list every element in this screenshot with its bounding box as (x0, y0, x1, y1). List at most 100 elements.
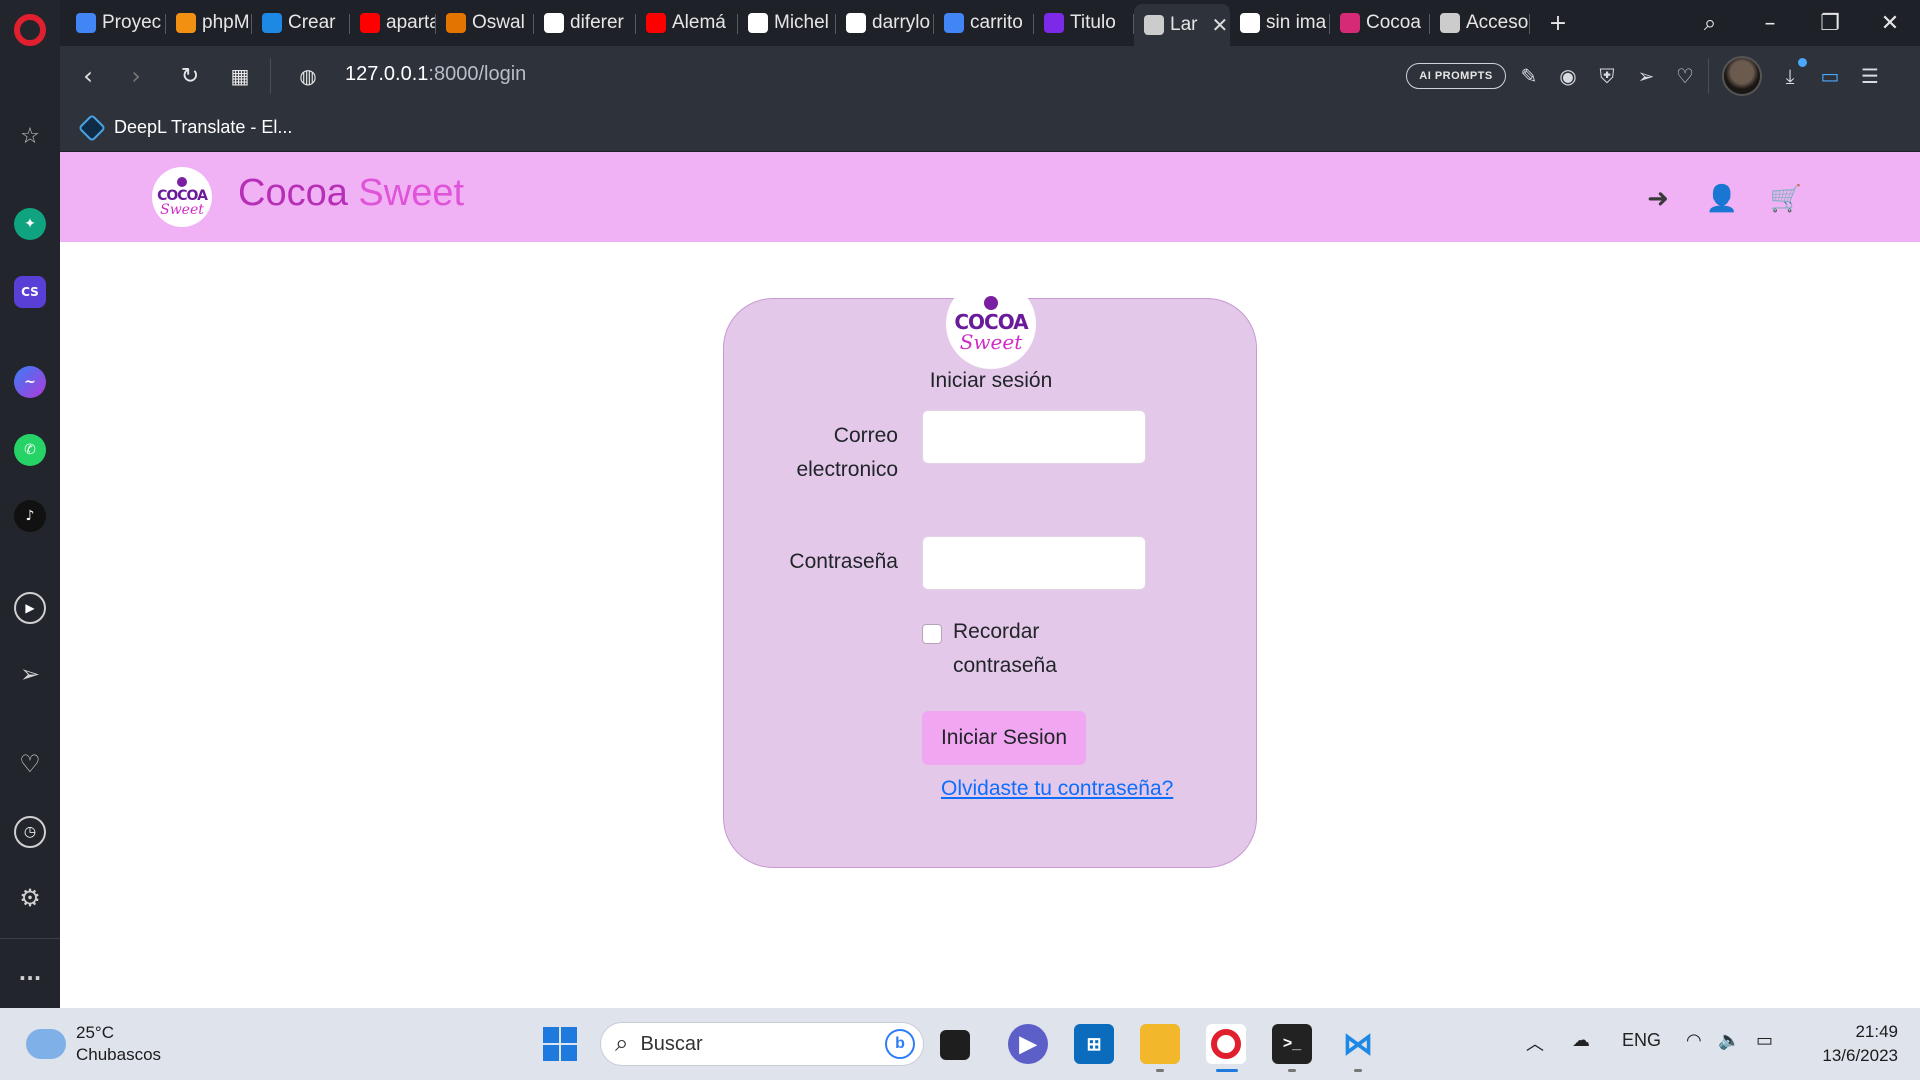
volume-icon[interactable]: 🔈 (1718, 1030, 1740, 1051)
site-brand[interactable]: Cocoa Sweet (238, 172, 464, 215)
terminal-icon[interactable]: >_ (1272, 1024, 1312, 1064)
wifi-icon[interactable]: ◠ (1686, 1030, 1702, 1051)
heart-icon[interactable]: ♡ (1671, 62, 1699, 90)
profile-avatar[interactable] (1722, 56, 1762, 96)
tab-8[interactable]: darrylo (836, 6, 934, 40)
task-view-icon[interactable] (940, 1030, 970, 1060)
search-tabs-icon[interactable]: ⌕ (1690, 8, 1730, 38)
messenger-icon[interactable]: ~ (14, 366, 46, 398)
tab-title: aparta (386, 12, 436, 33)
send-icon[interactable]: ➢ (1632, 62, 1660, 90)
logo-cup-icon (177, 177, 187, 187)
globe-icon: ◍ (299, 64, 317, 88)
password-field[interactable] (922, 536, 1146, 590)
rain-cloud-icon (26, 1029, 66, 1059)
running-indicator (1156, 1069, 1164, 1072)
restore-icon[interactable]: ❐ (1810, 8, 1850, 38)
google-icon (544, 13, 564, 33)
microsoft-store-icon[interactable]: ⊞ (1074, 1024, 1114, 1064)
instagram-icon (1340, 13, 1360, 33)
tab-6[interactable]: Alemá (636, 6, 738, 40)
tab-9[interactable]: carrito (934, 6, 1034, 40)
tab-2[interactable]: Crear (252, 6, 350, 40)
ai-prompts-button[interactable]: AI PROMPTS (1406, 63, 1506, 89)
shield-icon[interactable]: ⛨ (1593, 62, 1621, 90)
email-field[interactable] (922, 410, 1146, 464)
minimize-icon[interactable]: – (1750, 8, 1790, 38)
logo-text-top: COCOA (157, 188, 208, 204)
tab-1[interactable]: phpM (166, 6, 252, 40)
tiktok-icon[interactable]: ♪ (14, 500, 46, 532)
tab-13[interactable]: Cocoa (1330, 6, 1430, 40)
card-logo: COCOA Sweet (946, 279, 1036, 369)
tab-grid-icon[interactable]: ▦ (224, 60, 256, 92)
easy-setup-icon[interactable]: ☰ (1856, 62, 1884, 90)
tray-expand-icon[interactable]: ︿ (1526, 1030, 1544, 1056)
file-explorer-icon[interactable] (1140, 1024, 1180, 1064)
taskbar-search[interactable]: ⌕ Buscar b (600, 1022, 924, 1066)
whatsapp-icon[interactable]: ✆ (14, 434, 46, 466)
toolbar-divider (270, 58, 271, 94)
back-icon[interactable]: ‹ (72, 60, 104, 92)
tab-7[interactable]: Michel (738, 6, 836, 40)
opera-logo-icon (1211, 1029, 1241, 1059)
clock[interactable]: 21:49 13/6/2023 (1822, 1020, 1898, 1068)
url-field[interactable]: 127.0.0.1:8000/login (345, 63, 526, 86)
bookmark-deepl[interactable]: DeepL Translate - El... (77, 113, 292, 142)
tab-title: Proyec (102, 12, 162, 33)
tab-separator (1529, 14, 1530, 34)
reload-icon[interactable]: ↻ (174, 60, 206, 92)
tab-11[interactable]: Lar ✕ (1134, 4, 1230, 46)
browser-sidebar: ☆ ✦ CS ~ ✆ ♪ ▶ ➢ ♡ ◷ ⚙ ··· (0, 0, 60, 1008)
tab-title: carrito (970, 12, 1023, 33)
send-icon[interactable]: ➢ (14, 658, 46, 690)
login-icon[interactable]: ➜ (1642, 182, 1674, 214)
search-icon: ⌕ (615, 1030, 629, 1057)
tab-5[interactable]: diferer (534, 6, 636, 40)
vscode-icon[interactable]: ⋈ (1338, 1024, 1378, 1064)
tab-3[interactable]: aparta (350, 6, 436, 40)
password-label: Contraseña (789, 550, 898, 573)
tab-14[interactable]: Acceso (1430, 6, 1530, 40)
forward-icon[interactable]: › (120, 60, 152, 92)
tab-12[interactable]: sin ima (1230, 6, 1330, 40)
bing-icon[interactable]: b (885, 1029, 915, 1059)
weather-widget[interactable]: 25°C Chubascos (26, 1022, 161, 1066)
user-plus-icon[interactable]: 👤 (1706, 182, 1738, 214)
tab-10[interactable]: Titulo (1034, 6, 1134, 40)
login-card: COCOA Sweet Iniciar sesión Correo electr… (723, 279, 1257, 868)
camera-icon[interactable]: ◉ (1554, 62, 1582, 90)
settings-gear-icon[interactable]: ⚙ (14, 882, 46, 914)
tab-title: Titulo (1070, 12, 1116, 33)
close-window-icon[interactable]: ✕ (1870, 8, 1910, 38)
language-indicator[interactable]: ENG (1622, 1030, 1661, 1051)
battery-saver-icon[interactable]: ▭ (1816, 62, 1844, 90)
tab-0[interactable]: Proyec (66, 6, 166, 40)
grid-icon (1440, 13, 1460, 33)
start-button[interactable] (540, 1024, 580, 1064)
remember-checkbox[interactable] (922, 624, 942, 644)
cart-icon[interactable]: 🛒 (1770, 182, 1802, 214)
opera-logo-icon[interactable] (14, 14, 46, 46)
opera-taskbar-icon[interactable] (1206, 1024, 1246, 1064)
tab-4[interactable]: Oswal (436, 6, 534, 40)
windows-logo-icon (543, 1027, 577, 1061)
site-logo[interactable]: COCOA Sweet (152, 167, 212, 227)
battery-icon[interactable]: ▭ (1756, 1030, 1773, 1051)
edit-icon[interactable]: ✎ (1515, 62, 1543, 90)
teams-chat-icon[interactable]: ▶ (1008, 1024, 1048, 1064)
new-tab-button[interactable]: + (1538, 8, 1578, 38)
login-button[interactable]: Iniciar Sesion (922, 711, 1086, 765)
star-icon[interactable]: ☆ (14, 120, 46, 152)
heart-icon[interactable]: ♡ (14, 748, 46, 780)
close-tab-icon[interactable]: ✕ (1211, 13, 1228, 38)
forgot-password-link[interactable]: Olvidaste tu contraseña? (941, 777, 1173, 801)
more-icon[interactable]: ··· (14, 962, 46, 994)
player-icon[interactable]: ▶ (14, 592, 46, 624)
cs-app-icon[interactable]: CS (14, 276, 46, 308)
docs-icon (76, 13, 96, 33)
history-icon[interactable]: ◷ (14, 816, 46, 848)
onedrive-icon[interactable]: ☁ (1572, 1030, 1590, 1051)
remember-label[interactable]: Recordar contraseña (953, 615, 1113, 683)
chatgpt-icon[interactable]: ✦ (14, 208, 46, 240)
